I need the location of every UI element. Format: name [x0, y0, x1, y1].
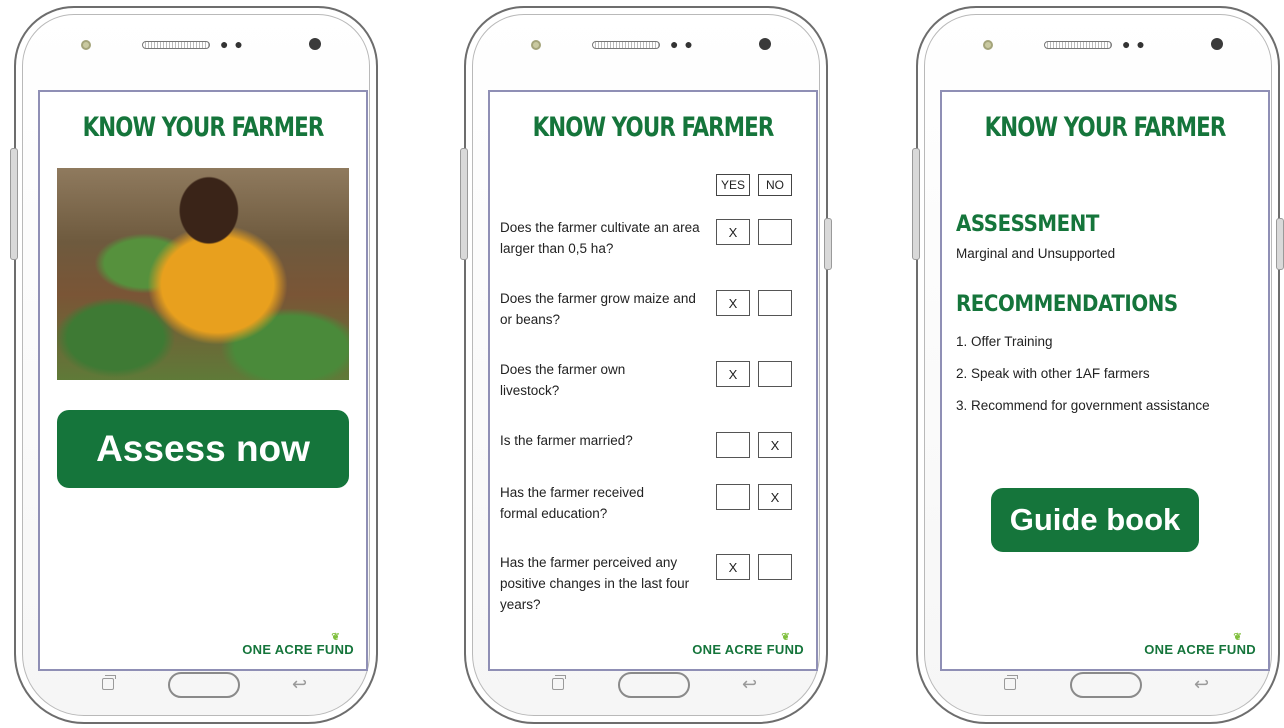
recent-apps-icon[interactable] — [102, 675, 116, 690]
yes-checkbox[interactable] — [716, 432, 750, 458]
assessment-value: Marginal and Unsupported — [956, 246, 1116, 261]
camera-icon — [759, 38, 771, 50]
one-acre-fund-logo: ❦ ONE ACRE FUND — [242, 632, 354, 657]
side-button — [824, 218, 832, 270]
home-button[interactable] — [168, 672, 240, 698]
page-title: KNOW YOUR FARMER — [984, 112, 1227, 143]
no-checkbox[interactable] — [758, 554, 792, 580]
no-checkbox[interactable]: X — [758, 484, 792, 510]
question-text: Does the farmer own livestock? — [500, 362, 626, 398]
guide-book-button[interactable]: Guide book — [991, 488, 1199, 552]
nav-bar: ↩ — [16, 672, 376, 702]
back-icon[interactable]: ↩ — [292, 674, 307, 695]
sprout-icon: ❦ — [1233, 632, 1242, 643]
sprout-icon: ❦ — [331, 632, 340, 643]
one-acre-fund-logo: ❦ ONE ACRE FUND — [1144, 632, 1256, 657]
yes-column-header: YES — [716, 174, 750, 196]
phone-3: ● ● KNOW YOUR FARMER ASSESSMENT Marginal… — [912, 6, 1284, 724]
no-column-header: NO — [758, 174, 792, 196]
sprout-icon: ❦ — [781, 632, 790, 643]
sensor-dots-icon: ● ● — [1122, 36, 1146, 52]
assess-now-button[interactable]: Assess now — [57, 410, 349, 488]
side-button — [912, 148, 920, 260]
nav-bar: ↩ — [466, 672, 826, 702]
yes-checkbox[interactable]: X — [716, 290, 750, 316]
page-title: KNOW YOUR FARMER — [82, 112, 325, 143]
screen-welcome: KNOW YOUR FARMER Assess now ❦ ONE ACRE F… — [38, 90, 368, 671]
no-checkbox[interactable] — [758, 290, 792, 316]
phone-2: ● ● KNOW YOUR FARMER YES NO Does the far… — [460, 6, 832, 724]
recent-apps-icon[interactable] — [1004, 675, 1018, 690]
page-title: KNOW YOUR FARMER — [532, 112, 775, 143]
recommendation-item: 2. Speak with other 1AF farmers — [956, 366, 1150, 381]
yes-checkbox[interactable]: X — [716, 554, 750, 580]
question-text: Has the farmer perceived any positive ch… — [500, 555, 690, 612]
screen-questionnaire: KNOW YOUR FARMER YES NO Does the farmer … — [488, 90, 818, 671]
back-icon[interactable]: ↩ — [1194, 674, 1209, 695]
sensor-icon — [81, 40, 91, 50]
logo-text: ONE ACRE FUND — [692, 642, 804, 657]
yes-checkbox[interactable] — [716, 484, 750, 510]
no-checkbox[interactable] — [758, 219, 792, 245]
farmer-photo — [57, 168, 349, 380]
yes-checkbox[interactable]: X — [716, 219, 750, 245]
question-text: Does the farmer cultivate an area larger… — [500, 220, 700, 256]
screen-results: KNOW YOUR FARMER ASSESSMENT Marginal and… — [940, 90, 1270, 671]
camera-icon — [309, 38, 321, 50]
side-button — [10, 148, 18, 260]
logo-text: ONE ACRE FUND — [242, 642, 354, 657]
sensor-icon — [531, 40, 541, 50]
recommendation-item: 1. Offer Training — [956, 334, 1053, 349]
one-acre-fund-logo: ❦ ONE ACRE FUND — [692, 632, 804, 657]
recent-apps-icon[interactable] — [552, 675, 566, 690]
sensor-dots-icon: ● ● — [220, 36, 244, 52]
no-checkbox[interactable] — [758, 361, 792, 387]
question-text: Does the farmer grow maize and or beans? — [500, 291, 696, 327]
no-checkbox[interactable]: X — [758, 432, 792, 458]
speaker-grille — [1044, 41, 1112, 49]
side-button — [460, 148, 468, 260]
question-text: Is the farmer married? — [500, 433, 633, 448]
side-button — [1276, 218, 1284, 270]
home-button[interactable] — [1070, 672, 1142, 698]
recommendation-item: 3. Recommend for government assistance — [956, 398, 1210, 413]
speaker-grille — [142, 41, 210, 49]
phone-1: ● ● KNOW YOUR FARMER Assess now ❦ ONE AC… — [10, 6, 378, 724]
question-text: Has the farmer received formal education… — [500, 485, 645, 521]
recommendations-heading: RECOMMENDATIONS — [956, 292, 1178, 317]
yes-checkbox[interactable]: X — [716, 361, 750, 387]
speaker-grille — [592, 41, 660, 49]
assessment-heading: ASSESSMENT — [956, 212, 1099, 237]
sensor-icon — [983, 40, 993, 50]
logo-text: ONE ACRE FUND — [1144, 642, 1256, 657]
home-button[interactable] — [618, 672, 690, 698]
nav-bar: ↩ — [918, 672, 1278, 702]
back-icon[interactable]: ↩ — [742, 674, 757, 695]
sensor-dots-icon: ● ● — [670, 36, 694, 52]
camera-icon — [1211, 38, 1223, 50]
